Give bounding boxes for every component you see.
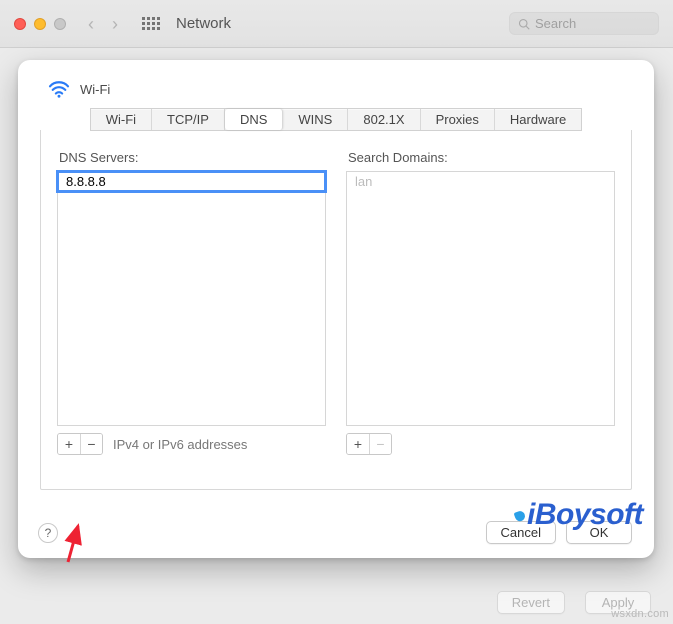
tab-hardware[interactable]: Hardware bbox=[495, 109, 581, 130]
back-button[interactable]: ‹ bbox=[88, 15, 94, 33]
titlebar: ‹ › Network Search bbox=[0, 0, 673, 48]
dns-hint: IPv4 or IPv6 addresses bbox=[113, 437, 247, 452]
domains-remove-button[interactable]: − bbox=[369, 434, 391, 454]
tab-dns[interactable]: DNS bbox=[225, 109, 283, 130]
forward-button[interactable]: › bbox=[112, 15, 118, 33]
tab-8021x[interactable]: 802.1X bbox=[348, 109, 420, 130]
dns-add-remove: + − bbox=[57, 433, 103, 455]
sheet-footer: ? Cancel OK bbox=[38, 521, 632, 544]
dns-servers-list[interactable]: 8.8.8.8 bbox=[57, 171, 326, 426]
search-domains-label: Search Domains: bbox=[348, 150, 615, 165]
search-placeholder: Search bbox=[535, 16, 650, 31]
help-button[interactable]: ? bbox=[38, 523, 58, 543]
tab-wifi[interactable]: Wi-Fi bbox=[91, 109, 152, 130]
nav-buttons: ‹ › bbox=[88, 15, 118, 33]
revert-button[interactable]: Revert bbox=[497, 591, 565, 614]
search-domains-list[interactable]: lan bbox=[346, 171, 615, 426]
wifi-icon bbox=[48, 80, 70, 98]
dns-remove-button[interactable]: − bbox=[80, 434, 102, 454]
network-advanced-sheet: Wi-Fi Wi-Fi TCP/IP DNS WINS 802.1X Proxi… bbox=[18, 60, 654, 558]
dns-entry-editing[interactable]: 8.8.8.8 bbox=[58, 172, 325, 191]
search-icon bbox=[518, 18, 530, 30]
search-field[interactable]: Search bbox=[509, 12, 659, 35]
tab-proxies[interactable]: Proxies bbox=[421, 109, 495, 130]
watermark-source: wsxdn.com bbox=[611, 608, 669, 620]
zoom-window-button[interactable] bbox=[54, 18, 66, 30]
ok-button[interactable]: OK bbox=[566, 521, 632, 544]
dns-servers-column: DNS Servers: 8.8.8.8 + − IPv4 or IPv6 ad… bbox=[57, 150, 326, 455]
close-window-button[interactable] bbox=[14, 18, 26, 30]
tab-content: DNS Servers: 8.8.8.8 + − IPv4 or IPv6 ad… bbox=[40, 130, 632, 490]
cancel-button[interactable]: Cancel bbox=[486, 521, 556, 544]
dns-add-button[interactable]: + bbox=[58, 434, 80, 454]
connection-header: Wi-Fi bbox=[48, 80, 632, 98]
window-title: Network bbox=[176, 15, 231, 32]
domains-add-remove: + − bbox=[346, 433, 392, 455]
show-all-icon[interactable] bbox=[142, 17, 160, 30]
search-domain-placeholder: lan bbox=[347, 172, 614, 191]
window-controls bbox=[14, 18, 66, 30]
minimize-window-button[interactable] bbox=[34, 18, 46, 30]
dns-servers-label: DNS Servers: bbox=[59, 150, 326, 165]
tab-wins[interactable]: WINS bbox=[283, 109, 348, 130]
search-domains-column: Search Domains: lan + − bbox=[346, 150, 615, 455]
domains-add-button[interactable]: + bbox=[347, 434, 369, 454]
tab-tcpip[interactable]: TCP/IP bbox=[152, 109, 225, 130]
preferences-window: ‹ › Network Search bbox=[0, 0, 673, 48]
connection-name: Wi-Fi bbox=[80, 82, 110, 97]
tab-bar: Wi-Fi TCP/IP DNS WINS 802.1X Proxies Har… bbox=[90, 108, 583, 131]
